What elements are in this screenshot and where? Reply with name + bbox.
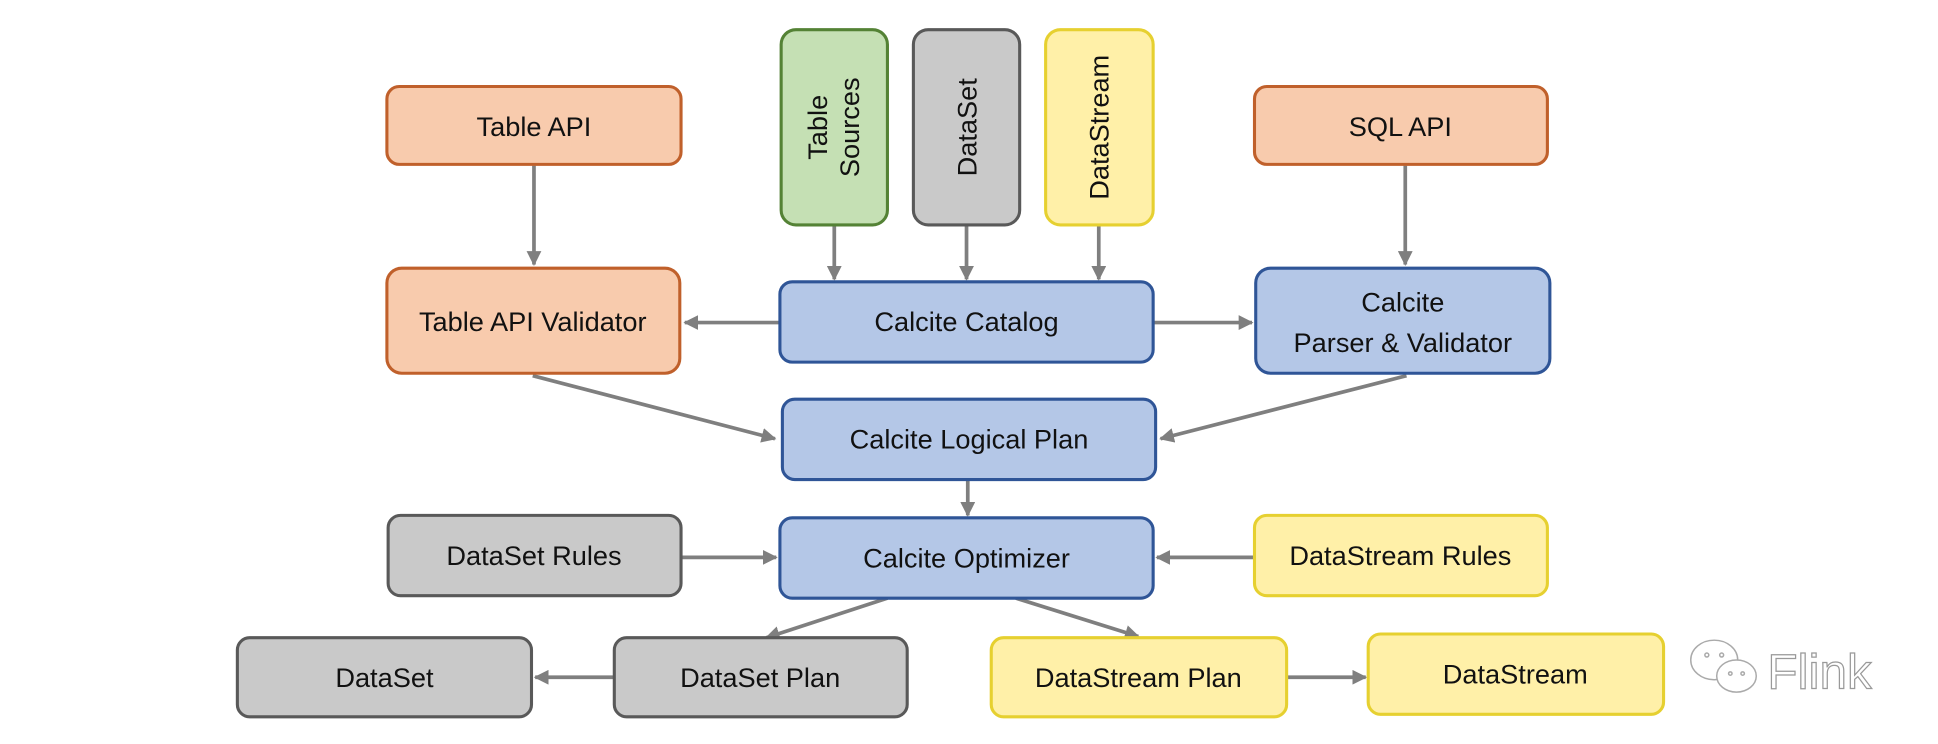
node-table-api-validator: Table API Validator (385, 266, 682, 375)
label-line-1: Calcite (1361, 286, 1444, 317)
label: DataStream Plan (1035, 662, 1242, 693)
node-dataset-rules: DataSet Rules (386, 513, 683, 598)
node-calcite-optimizer: Calcite Optimizer (778, 516, 1155, 600)
node-calcite-logical-plan: Calcite Logical Plan (780, 397, 1158, 482)
node-calcite-parser-validator: Calcite Parser & Validator (1254, 266, 1552, 375)
label: Table API Validator (419, 306, 647, 337)
node-datastream-source: DataStream (1044, 28, 1155, 227)
arrow-optimizer-datastreamplan (1015, 596, 1140, 640)
flink-table-architecture-diagram: Table API Table Sources DataSet DataStre… (235, 28, 1873, 719)
watermark: Flink (1690, 639, 1873, 700)
label: Table API (477, 111, 592, 142)
arrow-validator-logical (532, 373, 777, 443)
node-sql-api: SQL API (1252, 84, 1549, 166)
arrow-optimizer-datasetplan (764, 596, 889, 641)
node-dataset-plan: DataSet Plan (612, 636, 909, 719)
label: DataStream Rules (1289, 540, 1511, 571)
wechat-icon (1690, 639, 1757, 693)
label: DataSet Plan (680, 662, 840, 693)
node-dataset-output: DataSet (235, 636, 534, 719)
node-dataset-source: DataSet (911, 28, 1022, 227)
label-line-1: Table (802, 95, 833, 160)
label: DataStream (1443, 658, 1588, 689)
node-datastream-rules: DataStream Rules (1252, 513, 1549, 598)
label: SQL API (1349, 111, 1452, 142)
label: Calcite Logical Plan (850, 424, 1089, 455)
node-table-api: Table API (385, 84, 683, 166)
node-calcite-catalog: Calcite Catalog (778, 280, 1155, 364)
arrow-parser-logical (1159, 373, 1407, 443)
label-line-2: Parser & Validator (1294, 327, 1512, 358)
label: Calcite Catalog (874, 306, 1058, 337)
label: DataSet (335, 662, 434, 693)
node-table-sources: Table Sources (779, 28, 889, 227)
label: DataSet Rules (446, 540, 621, 571)
node-datastream-plan: DataStream Plan (989, 636, 1289, 719)
label: DataStream (1084, 55, 1115, 200)
label-line-2: Sources (834, 77, 865, 177)
watermark-text: Flink (1767, 644, 1872, 699)
node-datastream-output: DataStream (1366, 632, 1666, 716)
label: DataSet (951, 78, 982, 177)
label: Calcite Optimizer (863, 542, 1070, 573)
